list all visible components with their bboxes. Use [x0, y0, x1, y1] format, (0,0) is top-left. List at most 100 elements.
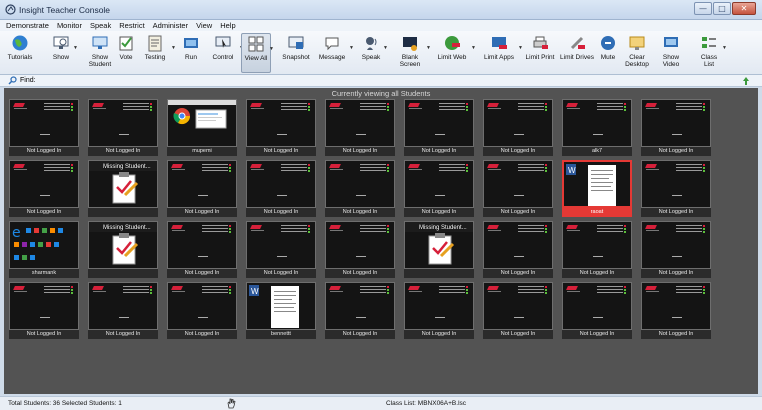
student-name-label	[404, 269, 474, 278]
toolbar-run-button[interactable]: Run	[180, 33, 202, 73]
toolbar-speak-button[interactable]: Speak ▼	[358, 33, 388, 73]
toolbar-clear-desktop-button[interactable]: Clear Desktop	[622, 33, 652, 73]
student-tile[interactable]: Not Logged In	[641, 282, 711, 340]
student-name-label: Not Logged In	[641, 269, 711, 278]
video-icon	[664, 37, 678, 47]
toolbar-label: Mute	[600, 54, 616, 61]
student-tile[interactable]: Not Logged In	[404, 99, 474, 157]
student-tile[interactable]: Not Logged In	[562, 282, 632, 340]
menu-monitor[interactable]: Monitor	[57, 20, 82, 31]
menu-view[interactable]: View	[196, 20, 212, 31]
dropdown-arrow-icon[interactable]: ▼	[73, 45, 78, 51]
student-tile[interactable]: Not Logged In	[641, 99, 711, 157]
student-tile[interactable]: Not Logged In	[562, 221, 632, 279]
arrow-up-icon[interactable]	[742, 76, 750, 86]
student-tile[interactable]: Not Logged In	[483, 221, 553, 279]
class-list-icon	[702, 37, 716, 48]
student-tile[interactable]: e sharmank	[9, 221, 79, 279]
student-tile[interactable]: Not Logged In	[9, 160, 79, 218]
student-tile[interactable]: Not Logged In	[9, 99, 79, 157]
student-name-label: Not Logged In	[88, 330, 158, 339]
student-tile[interactable]: alk7	[562, 99, 632, 157]
dropdown-arrow-icon[interactable]: ▼	[383, 45, 388, 51]
dropdown-arrow-icon[interactable]: ▼	[171, 45, 176, 51]
desktop-icons: e	[12, 225, 63, 260]
student-tile[interactable]: Not Logged In	[483, 160, 553, 218]
student-name-label: Not Logged In	[167, 269, 237, 278]
student-tile[interactable]: Not Logged In	[246, 99, 316, 157]
dropdown-arrow-icon[interactable]: ▼	[349, 45, 354, 51]
student-name-label: mupemi	[167, 147, 237, 156]
toolbar-message-button[interactable]: Message ▼	[314, 33, 354, 73]
toolbar-label: Testing	[144, 54, 166, 61]
toolbar-show-student-button[interactable]: Show Student	[84, 33, 116, 73]
toolbar-view-all-button[interactable]: View All ▼	[241, 33, 274, 73]
student-tile[interactable]: Not Logged In	[641, 221, 711, 279]
menu-speak[interactable]: Speak	[90, 20, 111, 31]
dropdown-arrow-icon[interactable]: ▼	[269, 46, 274, 52]
student-tile[interactable]: Not Logged In	[325, 221, 395, 279]
student-tile[interactable]: Wbennettt	[246, 282, 316, 340]
toolbar-limit-drives-button[interactable]: Limit Drives	[559, 33, 595, 73]
student-tile[interactable]: Missing Student...	[88, 221, 158, 279]
toolbar-tutorials-button[interactable]: Tutorials	[5, 33, 35, 73]
student-tile[interactable]: Missing Student...	[88, 160, 158, 218]
toolbar-show-button[interactable]: Show ▼	[48, 33, 78, 73]
toolbar-control-button[interactable]: Control▼	[206, 33, 244, 73]
student-name-label: alk7	[562, 147, 632, 156]
student-screen-thumbnail	[325, 221, 395, 269]
student-tile[interactable]: Not Logged In	[167, 160, 237, 218]
toolbar-blank-screen-button[interactable]: Blank Screen ▼	[393, 33, 431, 73]
toolbar-vote-button[interactable]: Vote	[115, 33, 137, 73]
student-name-label: Not Logged In	[483, 208, 553, 217]
toolbar-label: Show Student	[88, 54, 112, 68]
maximize-button[interactable]: □	[713, 2, 731, 15]
menu-demonstrate[interactable]: Demonstrate	[6, 20, 49, 31]
toolbar-limit-web-button[interactable]: Limit Web ▼	[432, 33, 476, 73]
student-tile[interactable]: Not Logged In	[404, 160, 474, 218]
student-tile[interactable]: Not Logged In	[325, 282, 395, 340]
menu-administer[interactable]: Administer	[153, 20, 188, 31]
toolbar-limit-apps-button[interactable]: Limit Apps ▼	[479, 33, 523, 73]
student-tile[interactable]: Not Logged In	[88, 282, 158, 340]
student-tile[interactable]: Not Logged In	[404, 282, 474, 340]
student-tile[interactable]: Not Logged In	[167, 221, 237, 279]
student-tile[interactable]: mupemi	[167, 99, 237, 157]
toolbar-mute-button[interactable]: Mute	[598, 33, 618, 73]
toolbar-label: Limit Apps	[484, 54, 514, 61]
minimize-button[interactable]: —	[694, 2, 712, 15]
toolbar-snapshot-button[interactable]: Snapshot	[281, 33, 311, 73]
menu-help[interactable]: Help	[220, 20, 235, 31]
student-tile[interactable]: Not Logged In	[641, 160, 711, 218]
close-button[interactable]: ✕	[732, 2, 756, 15]
student-screen-thumbnail	[167, 282, 237, 330]
dropdown-arrow-icon[interactable]: ▼	[722, 45, 727, 51]
hand-raise-icon[interactable]	[226, 398, 236, 409]
student-tile[interactable]: Not Logged In	[88, 99, 158, 157]
student-name-label: Not Logged In	[641, 208, 711, 217]
dropdown-arrow-icon[interactable]: ▼	[518, 45, 523, 51]
class-list-status: Class List: MBNX06A+B.lsc	[386, 400, 467, 407]
student-tile[interactable]: Not Logged In	[167, 282, 237, 340]
toolbar-label: Class List	[700, 54, 718, 68]
student-tile[interactable]: Not Logged In	[325, 99, 395, 157]
speak-icon	[366, 37, 377, 50]
student-tile[interactable]: Not Logged In	[9, 282, 79, 340]
student-tile[interactable]: Not Logged In	[246, 160, 316, 218]
dropdown-arrow-icon[interactable]: ▼	[471, 45, 476, 51]
toolbar-label: Control	[212, 54, 234, 61]
toolbar-testing-button[interactable]: Testing ▼	[138, 33, 176, 73]
student-tile[interactable]: Not Logged In	[246, 221, 316, 279]
student-tile[interactable]: Not Logged In	[483, 99, 553, 157]
student-tile[interactable]: Missing Student...	[404, 221, 474, 279]
student-screen-thumbnail	[641, 282, 711, 330]
toolbar-class-list-button[interactable]: Class List ▼	[695, 33, 727, 73]
student-name-label: Not Logged In	[9, 147, 79, 156]
toolbar-limit-print-button[interactable]: Limit Print	[524, 33, 556, 73]
menu-restrict[interactable]: Restrict	[119, 20, 144, 31]
student-tile[interactable]: Not Logged In	[483, 282, 553, 340]
student-tile[interactable]: Wraoat	[562, 160, 632, 218]
dropdown-arrow-icon[interactable]: ▼	[426, 45, 431, 51]
toolbar-show-video-button[interactable]: Show Video	[654, 33, 688, 73]
student-tile[interactable]: Not Logged In	[325, 160, 395, 218]
